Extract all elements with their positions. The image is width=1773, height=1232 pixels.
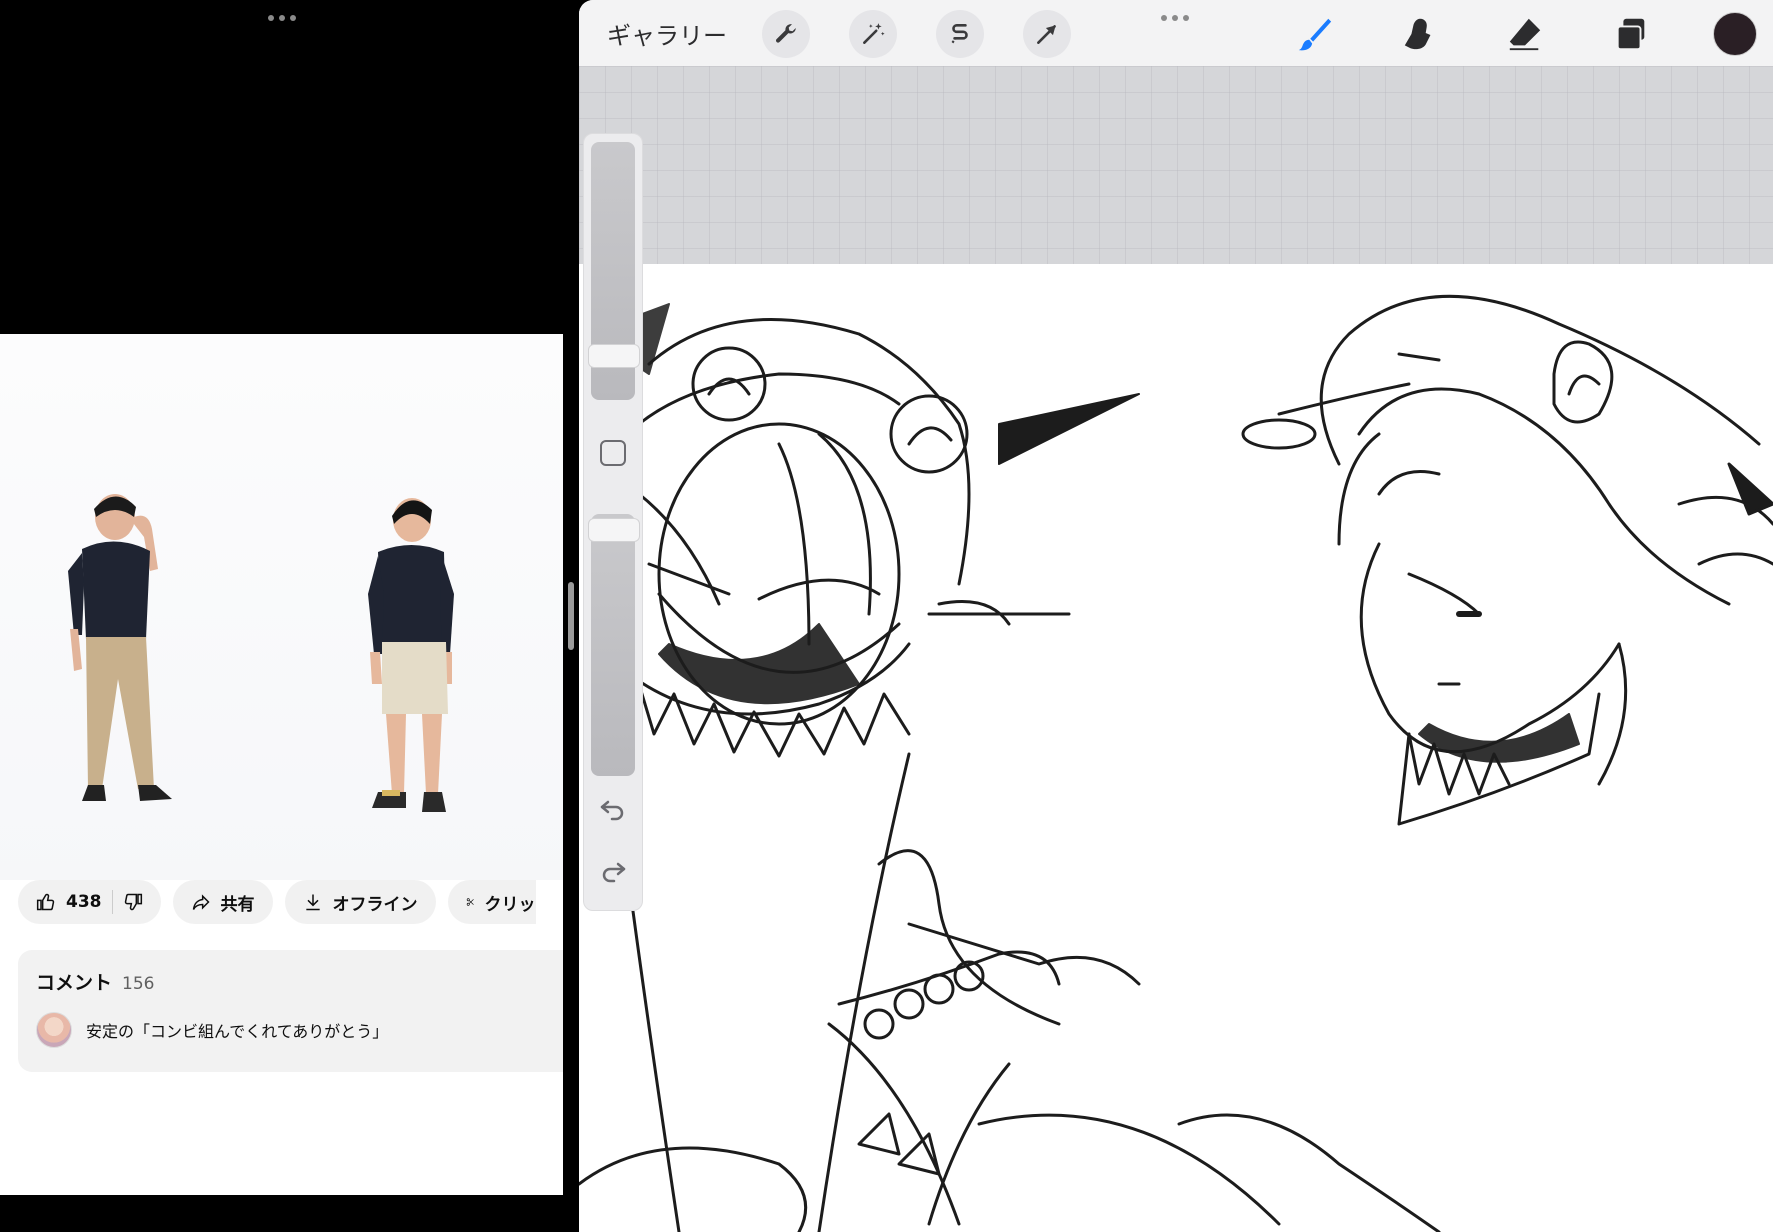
canvas-grid-background [579, 66, 1773, 264]
split-view-divider[interactable] [568, 582, 574, 650]
brush-size-knob[interactable] [588, 344, 640, 368]
thumbs-down-icon[interactable] [123, 892, 143, 912]
drawing-app-pane: ギャラリー [579, 0, 1773, 1232]
brush-opacity-slider[interactable] [591, 514, 635, 776]
video-person-right [368, 498, 454, 812]
wrench-icon [775, 24, 796, 43]
video-info-panel: 438 共有 オフライン クリッ コメント 156 安定の「コンビ組んでくれてあ… [0, 880, 563, 1195]
transform-arrow-icon [1037, 25, 1056, 44]
magic-wand-icon [863, 23, 885, 44]
like-divider [111, 890, 113, 914]
video-person-left [68, 494, 172, 801]
commenter-avatar [36, 1012, 72, 1048]
selection-icon [951, 24, 968, 44]
sketch-artwork[interactable] [579, 264, 1773, 1232]
eraser-tool-button[interactable] [1503, 12, 1547, 56]
share-button[interactable]: 共有 [172, 880, 273, 924]
modifier-square-button[interactable] [600, 440, 626, 466]
top-comment-text: 安定の「コンビ組んでくれてありがとう」 [86, 1022, 389, 1041]
share-icon [192, 894, 210, 910]
top-comment[interactable]: 安定の「コンビ組んでくれてありがとう」 [36, 1012, 388, 1048]
clip-label: クリッ [484, 894, 536, 915]
download-icon [305, 894, 320, 911]
brush-sidebar [583, 133, 643, 911]
left-pane-bottom [0, 1195, 563, 1232]
brush-tool-button[interactable] [1293, 12, 1337, 56]
redo-icon[interactable] [598, 856, 628, 886]
like-dislike-chip[interactable]: 438 [18, 880, 161, 924]
comments-title: コメント [36, 972, 113, 994]
brush-opacity-knob[interactable] [588, 518, 640, 542]
clip-button[interactable]: クリッ [447, 880, 536, 924]
share-label: 共有 [220, 894, 255, 915]
video-app-pane: 438 共有 オフライン クリッ コメント 156 安定の「コンビ組んでくれてあ… [0, 0, 563, 1232]
like-count: 438 [66, 892, 102, 912]
thumbs-up-icon[interactable] [36, 892, 56, 912]
brush-icon [1298, 18, 1332, 51]
video-action-row: 438 共有 オフライン クリッ [18, 880, 536, 924]
offline-download-button[interactable]: オフライン [284, 880, 436, 924]
selection-button[interactable] [936, 10, 984, 58]
video-player[interactable] [0, 334, 563, 894]
adjustments-button[interactable] [849, 10, 897, 58]
transform-button[interactable] [1023, 10, 1071, 58]
eraser-icon [1509, 18, 1541, 51]
gallery-button[interactable]: ギャラリー [607, 16, 727, 51]
color-picker-swatch[interactable] [1713, 12, 1757, 56]
layers-button[interactable] [1609, 12, 1653, 56]
smudge-icon [1404, 18, 1431, 50]
undo-icon[interactable] [598, 794, 628, 824]
smudge-tool-button[interactable] [1398, 12, 1442, 56]
comments-header: コメント 156 [36, 968, 154, 995]
multitask-dots-icon[interactable] [1155, 12, 1195, 24]
offline-label: オフライン [332, 894, 418, 915]
drawing-toolbar: ギャラリー [579, 0, 1773, 67]
comments-count: 156 [122, 974, 155, 994]
scissors-icon [466, 898, 474, 906]
comments-section[interactable]: コメント 156 安定の「コンビ組んでくれてありがとう」 [18, 950, 563, 1072]
layers-icon [1616, 18, 1645, 51]
actions-button[interactable] [762, 10, 810, 58]
multitask-dots-icon[interactable] [262, 12, 302, 24]
